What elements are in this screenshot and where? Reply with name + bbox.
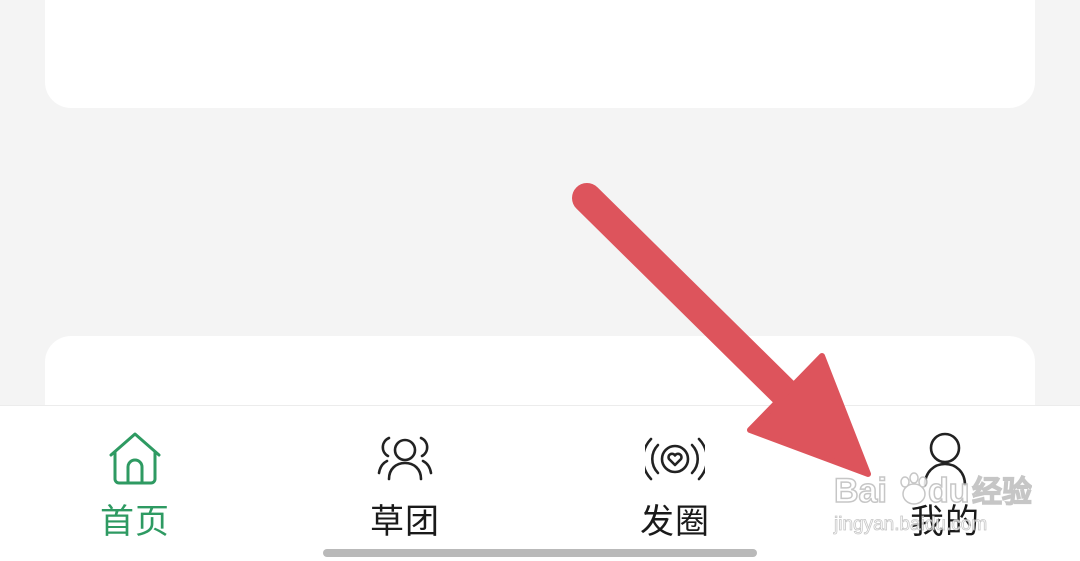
home-indicator[interactable] xyxy=(323,549,757,557)
tab-home-label: 首页 xyxy=(100,502,170,542)
home-icon xyxy=(105,429,165,489)
tab-moments[interactable]: 发圈 xyxy=(585,406,765,561)
tab-profile-label: 我的 xyxy=(910,502,980,542)
content-card-top xyxy=(45,0,1035,108)
tab-home[interactable]: 首页 xyxy=(45,406,225,561)
bottom-tab-bar: 首页 草团 发圈 我的 xyxy=(0,405,1080,561)
broadcast-heart-icon xyxy=(645,429,705,489)
group-icon xyxy=(375,429,435,489)
tab-profile[interactable]: 我的 xyxy=(855,406,1035,561)
profile-icon xyxy=(915,429,975,489)
tab-group-label: 草团 xyxy=(370,502,440,542)
tab-group[interactable]: 草团 xyxy=(315,406,495,561)
tab-moments-label: 发圈 xyxy=(640,502,710,542)
